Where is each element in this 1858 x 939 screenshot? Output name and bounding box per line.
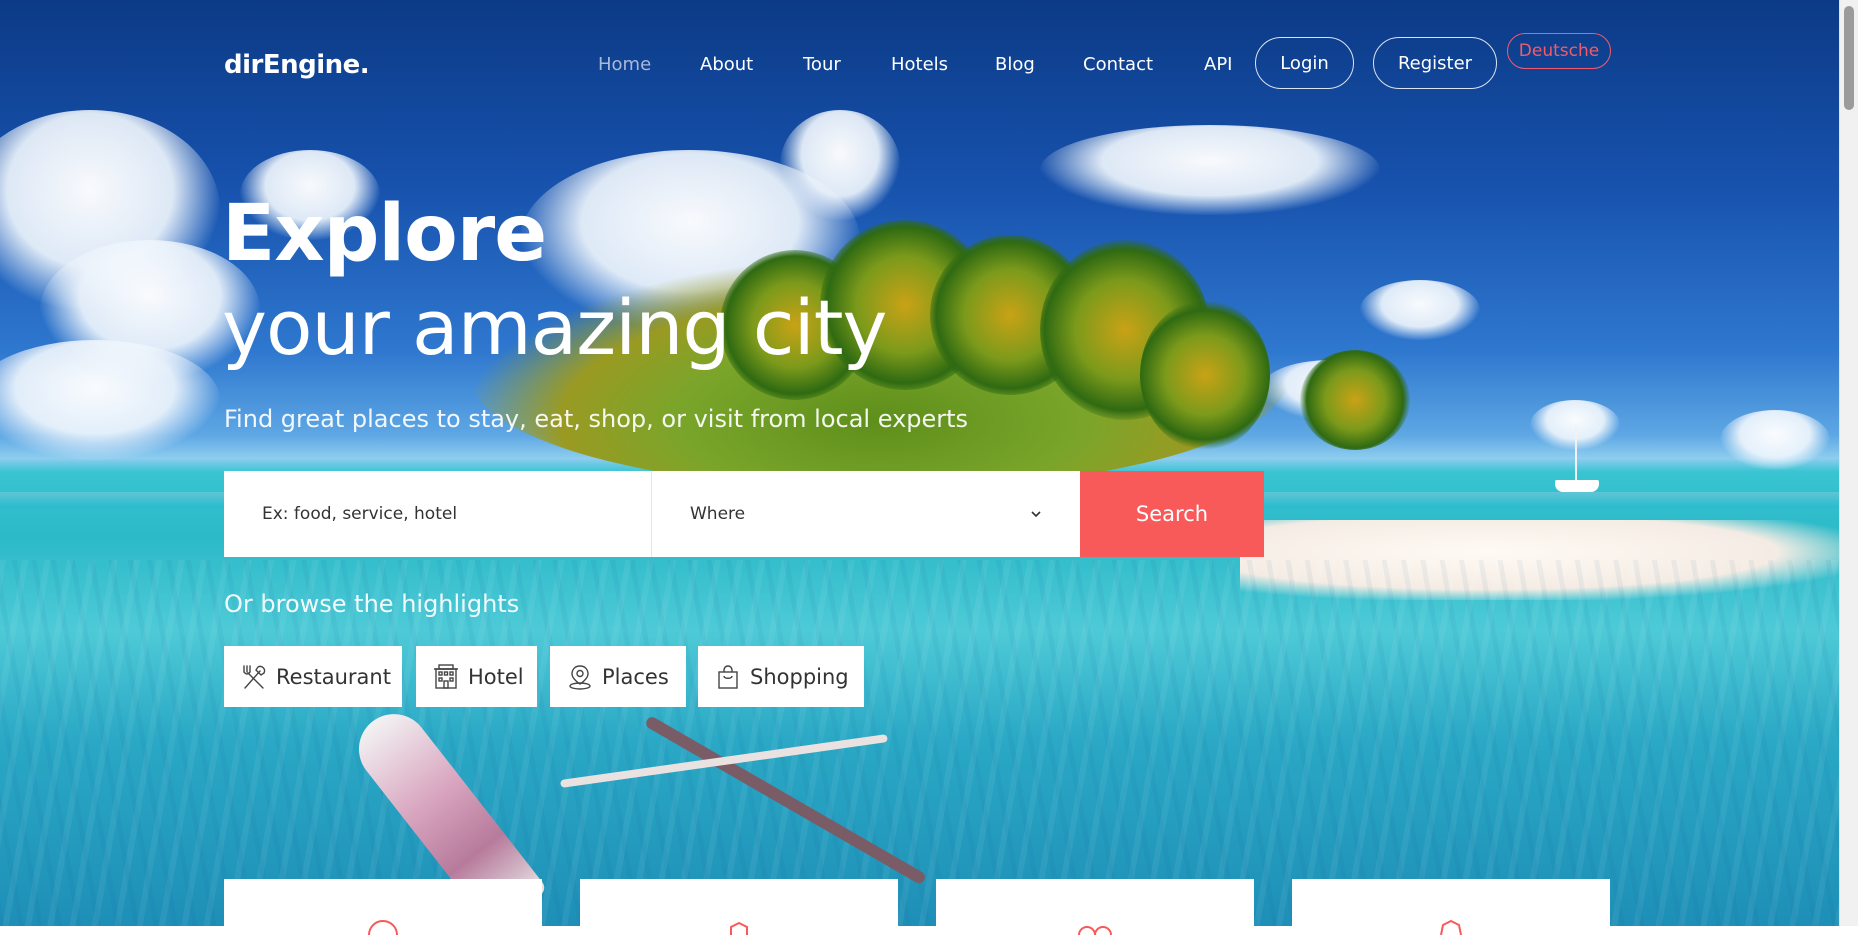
nav-link-tour[interactable]: Tour xyxy=(803,54,841,75)
category-card[interactable] xyxy=(1292,879,1610,939)
nav-link-about[interactable]: About xyxy=(700,54,753,75)
browse-label: Or browse the highlights xyxy=(224,590,520,618)
search-input[interactable] xyxy=(224,471,652,557)
hero-title-light: your amazing city xyxy=(222,283,887,372)
hero-title-bold: Explore xyxy=(222,189,547,279)
category-card[interactable] xyxy=(580,879,898,939)
navbar: dirEngine. Home About Tour Hotels Blog C… xyxy=(0,0,1839,110)
category-icon xyxy=(1440,919,1462,935)
chip-label: Restaurant xyxy=(276,664,391,689)
page-scrollbar[interactable] xyxy=(1839,0,1858,926)
nav-link-blog[interactable]: Blog xyxy=(995,54,1035,75)
hotel-icon xyxy=(434,663,458,689)
hero-subtitle: Find great places to stay, eat, shop, or… xyxy=(224,405,969,433)
chip-label: Shopping xyxy=(750,664,849,689)
login-button[interactable]: Login xyxy=(1255,37,1354,89)
chip-restaurant[interactable]: Restaurant xyxy=(224,646,402,707)
nav-link-home[interactable]: Home xyxy=(598,54,651,75)
nav-link-hotels[interactable]: Hotels xyxy=(891,54,948,75)
category-card[interactable] xyxy=(224,879,542,939)
register-button[interactable]: Register xyxy=(1373,37,1497,89)
search-form: Where Search xyxy=(224,471,1264,557)
search-button[interactable]: Search xyxy=(1080,471,1264,557)
shopping-icon xyxy=(718,664,738,689)
language-button[interactable]: Deutsche xyxy=(1507,33,1611,69)
scrollbar-thumb[interactable] xyxy=(1844,6,1854,110)
nav-link-api[interactable]: API xyxy=(1204,54,1232,75)
chip-label: Hotel xyxy=(468,664,524,689)
chip-places[interactable]: Places xyxy=(550,646,686,707)
chip-label: Places xyxy=(602,664,669,689)
brand-logo[interactable]: dirEngine. xyxy=(224,50,370,80)
restaurant-icon xyxy=(243,664,266,689)
chip-shopping[interactable]: Shopping xyxy=(698,646,864,707)
category-icon xyxy=(1078,926,1112,935)
chip-hotel[interactable]: Hotel xyxy=(416,646,537,707)
category-card[interactable] xyxy=(936,879,1254,939)
chevron-down-icon xyxy=(1031,511,1041,518)
hero-background xyxy=(0,0,1839,926)
nav-link-contact[interactable]: Contact xyxy=(1083,54,1153,75)
category-icon xyxy=(730,921,748,935)
where-select-label: Where xyxy=(690,504,746,524)
where-select[interactable]: Where xyxy=(652,471,1080,557)
category-icon xyxy=(368,920,398,935)
places-icon xyxy=(569,664,591,690)
